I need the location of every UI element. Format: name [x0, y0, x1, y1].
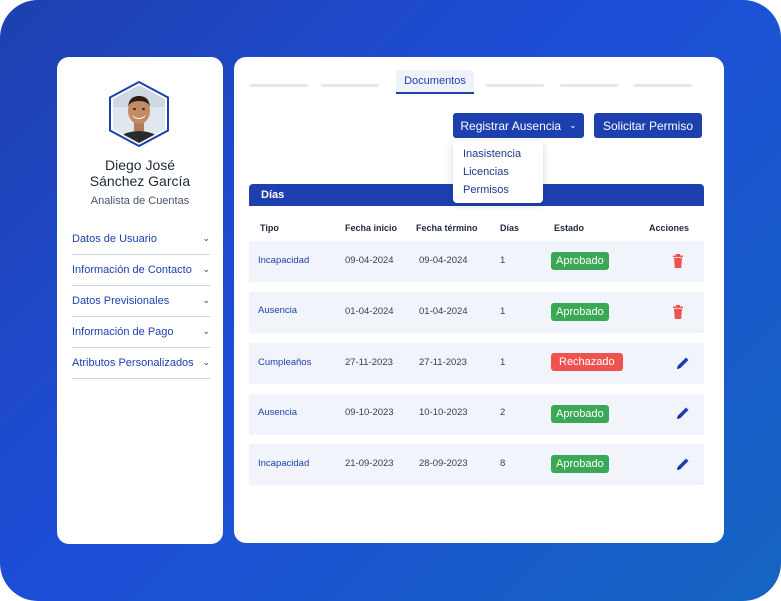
cell-tipo: Cumpleaños: [258, 357, 312, 368]
menu-item-datos-usuario[interactable]: Datos de Usuario ⌄: [72, 224, 210, 255]
status-badge: Aprobado: [551, 303, 609, 321]
table-row: Incapacidad 09-04-2024 09-04-2024 1 Apro…: [249, 241, 704, 282]
dropdown-option-permisos[interactable]: Permisos: [463, 181, 543, 199]
status-badge: Aprobado: [551, 455, 609, 473]
profile-role: Analista de Cuentas: [90, 195, 190, 207]
tab-placeholder-4[interactable]: [560, 84, 618, 87]
dropdown-option-inasistencia[interactable]: Inasistencia: [463, 145, 543, 163]
column-header-dias: Días: [500, 223, 520, 233]
menu-item-datos-previsionales[interactable]: Datos Previsionales ⌄: [72, 286, 210, 317]
cell-fecha-inicio: 09-04-2024: [345, 255, 394, 266]
menu-item-label: Información de Contacto: [72, 264, 192, 276]
cell-dias: 1: [500, 306, 506, 317]
cell-tipo: Incapacidad: [258, 458, 310, 469]
tab-placeholder-2[interactable]: [321, 84, 379, 87]
column-header-estado: Estado: [554, 223, 585, 233]
cell-fecha-termino: 28-09-2023: [419, 458, 468, 469]
menu-item-label: Información de Pago: [72, 326, 174, 338]
tab-placeholder-5[interactable]: [634, 84, 692, 87]
tab-documentos[interactable]: Documentos: [396, 70, 474, 94]
chevron-down-icon: ⌄: [202, 356, 210, 367]
cell-fecha-termino: 09-04-2024: [419, 255, 468, 266]
trash-icon[interactable]: [670, 253, 686, 269]
table-row: Cumpleaños 27-11-2023 27-11-2023 1 Recha…: [249, 343, 704, 384]
cell-fecha-inicio: 21-09-2023: [345, 458, 394, 469]
tab-placeholder-3[interactable]: [486, 84, 544, 87]
chevron-down-icon: ⌄: [202, 263, 210, 274]
profile-card: Diego José Sánchez García Analista de Cu…: [57, 57, 223, 544]
request-permission-button[interactable]: Solicitar Permiso: [594, 113, 702, 138]
cell-fecha-inicio: 09-10-2023: [345, 407, 394, 418]
column-header-fecha-termino: Fecha término: [416, 223, 478, 233]
chevron-down-icon: ⌄: [202, 294, 210, 305]
menu-item-label: Datos de Usuario: [72, 233, 157, 245]
cell-dias: 1: [500, 357, 506, 368]
cell-tipo: Ausencia: [258, 305, 298, 316]
pencil-icon[interactable]: [675, 405, 691, 421]
tab-placeholder-1[interactable]: [250, 84, 308, 87]
cell-fecha-termino: 10-10-2023: [419, 407, 468, 418]
pencil-icon[interactable]: [675, 355, 691, 371]
cell-fecha-termino: 01-04-2024: [419, 306, 468, 317]
menu-item-label: Atributos Personalizados: [72, 357, 194, 369]
cell-fecha-inicio: 01-04-2024: [345, 306, 394, 317]
background-frame: Diego José Sánchez García Analista de Cu…: [0, 0, 781, 601]
table-row: Incapacidad 21-09-2023 28-09-2023 8 Apro…: [249, 444, 704, 485]
absence-dropdown-menu: Inasistencia Licencias Permisos: [453, 141, 543, 203]
pencil-icon[interactable]: [675, 456, 691, 472]
cell-fecha-inicio: 27-11-2023: [345, 357, 393, 368]
register-absence-label: Registrar Ausencia: [460, 118, 562, 133]
trash-icon[interactable]: [670, 304, 686, 320]
status-badge: Aprobado: [551, 252, 609, 270]
chevron-down-icon: ⌄: [569, 120, 577, 130]
status-badge: Aprobado: [551, 405, 609, 423]
menu-item-informacion-pago[interactable]: Información de Pago ⌄: [72, 317, 210, 348]
chevron-down-icon: ⌄: [202, 325, 210, 336]
cell-dias: 8: [500, 458, 506, 469]
menu-item-informacion-contacto[interactable]: Información de Contacto ⌄: [72, 255, 210, 286]
register-absence-button[interactable]: Registrar Ausencia ⌄: [453, 113, 584, 138]
menu-item-label: Datos Previsionales: [72, 295, 170, 307]
profile-name: Diego José Sánchez García: [89, 157, 191, 189]
avatar: [108, 81, 170, 147]
dropdown-option-licencias[interactable]: Licencias: [463, 163, 543, 181]
cell-dias: 2: [500, 407, 506, 418]
table-row: Ausencia 01-04-2024 01-04-2024 1 Aprobad…: [249, 292, 704, 333]
profile-menu: Datos de Usuario ⌄ Información de Contac…: [72, 224, 210, 379]
main-card: Documentos Registrar Ausencia ⌄ Solicita…: [234, 57, 724, 543]
column-header-tipo: Tipo: [260, 223, 279, 233]
cell-dias: 1: [500, 255, 506, 266]
chevron-down-icon: ⌄: [202, 232, 210, 243]
status-badge: Rechazado: [551, 353, 623, 371]
column-header-fecha-inicio: Fecha inicio: [345, 223, 398, 233]
cell-tipo: Ausencia: [258, 407, 298, 418]
column-header-acciones: Acciones: [649, 223, 690, 233]
cell-tipo: Incapacidad: [258, 255, 310, 266]
menu-item-atributos-personalizados[interactable]: Atributos Personalizados ⌄: [72, 348, 210, 379]
cell-fecha-termino: 27-11-2023: [419, 357, 467, 368]
table-row: Ausencia 09-10-2023 10-10-2023 2 Aprobad…: [249, 394, 704, 435]
